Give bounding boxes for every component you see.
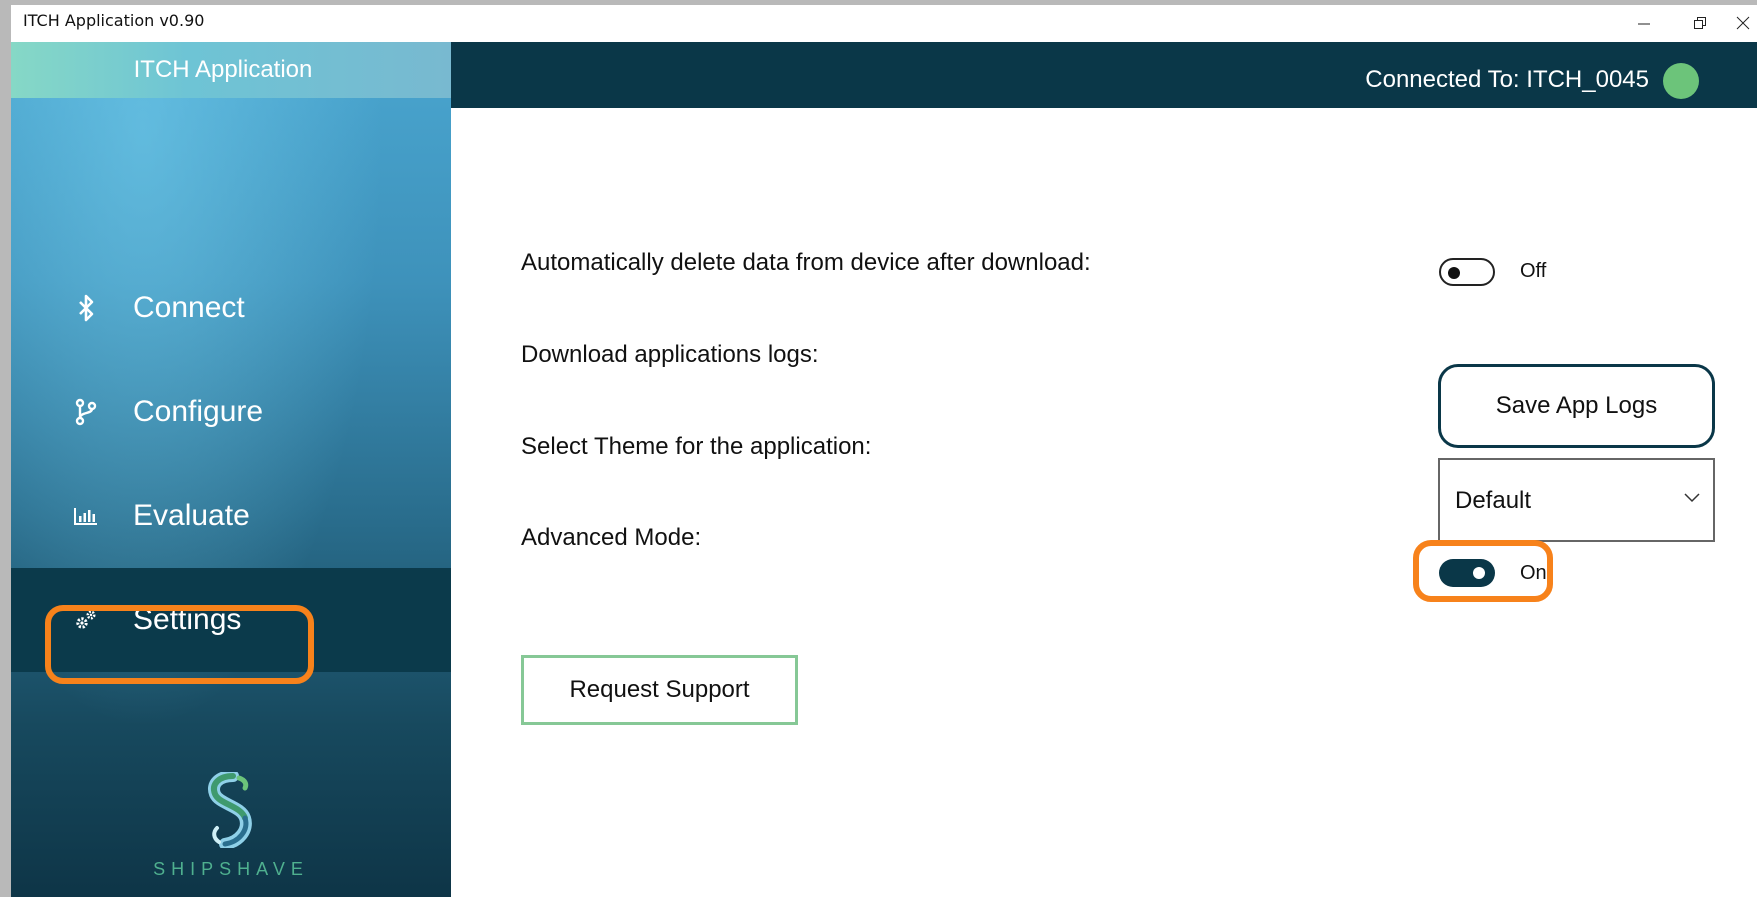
window-title: ITCH Application v0.90	[23, 11, 205, 30]
sidebar-item-label: Connect	[133, 291, 245, 324]
theme-select-value: Default	[1455, 487, 1532, 514]
restore-icon	[1694, 17, 1706, 29]
sidebar-item-connect[interactable]: Connect	[11, 256, 451, 360]
sidebar-item-settings[interactable]: Settings	[11, 568, 451, 672]
advanced-mode-state: On	[1520, 562, 1547, 584]
sidebar-item-label: Configure	[133, 395, 264, 428]
close-icon	[1736, 16, 1749, 30]
request-support-button[interactable]: Request Support	[521, 655, 798, 725]
toggle-knob	[1448, 267, 1460, 279]
save-app-logs-button[interactable]: Save App Logs	[1438, 364, 1715, 448]
toggle-knob	[1473, 567, 1485, 579]
settings-panel: Automatically delete data from device af…	[451, 108, 1757, 897]
theme-select[interactable]: Default	[1438, 458, 1715, 542]
sidebar-item-label: Evaluate	[133, 499, 250, 532]
auto-delete-state: Off	[1520, 260, 1547, 282]
app-window: ITCH Application v0.90 ITCH Application …	[11, 5, 1757, 897]
auto-delete-toggle[interactable]	[1439, 258, 1495, 286]
minimize-icon	[1638, 23, 1650, 25]
app-header: ITCH Application	[11, 42, 451, 98]
title-bar: ITCH Application v0.90	[11, 5, 1757, 41]
advanced-mode-toggle[interactable]	[1439, 559, 1495, 587]
top-bar: Connected To: ITCH_0045	[451, 42, 1757, 108]
auto-delete-label: Automatically delete data from device af…	[521, 249, 1091, 276]
gears-icon	[73, 605, 99, 635]
close-button[interactable]	[1728, 5, 1757, 41]
sidebar: ITCH Application Connect Configure Evalu…	[11, 42, 451, 897]
connection-status-text: Connected To: ITCH_0045	[1365, 66, 1649, 93]
brand-name: SHIPSHAVE	[153, 859, 309, 879]
restore-button[interactable]	[1672, 5, 1728, 41]
advanced-mode-label: Advanced Mode:	[521, 524, 702, 551]
chevron-down-icon	[1684, 493, 1700, 503]
theme-label: Select Theme for the application:	[521, 433, 872, 460]
sidebar-item-evaluate[interactable]: Evaluate	[11, 464, 451, 568]
sidebar-item-label: Settings	[133, 603, 242, 636]
minimize-button[interactable]	[1616, 5, 1672, 41]
branch-icon	[73, 397, 99, 427]
connection-status-indicator	[1663, 63, 1699, 99]
bar-chart-icon	[73, 501, 99, 531]
app-title: ITCH Application	[133, 56, 313, 83]
bluetooth-icon	[73, 293, 99, 323]
sidebar-item-configure[interactable]: Configure	[11, 360, 451, 464]
download-logs-label: Download applications logs:	[521, 341, 819, 368]
